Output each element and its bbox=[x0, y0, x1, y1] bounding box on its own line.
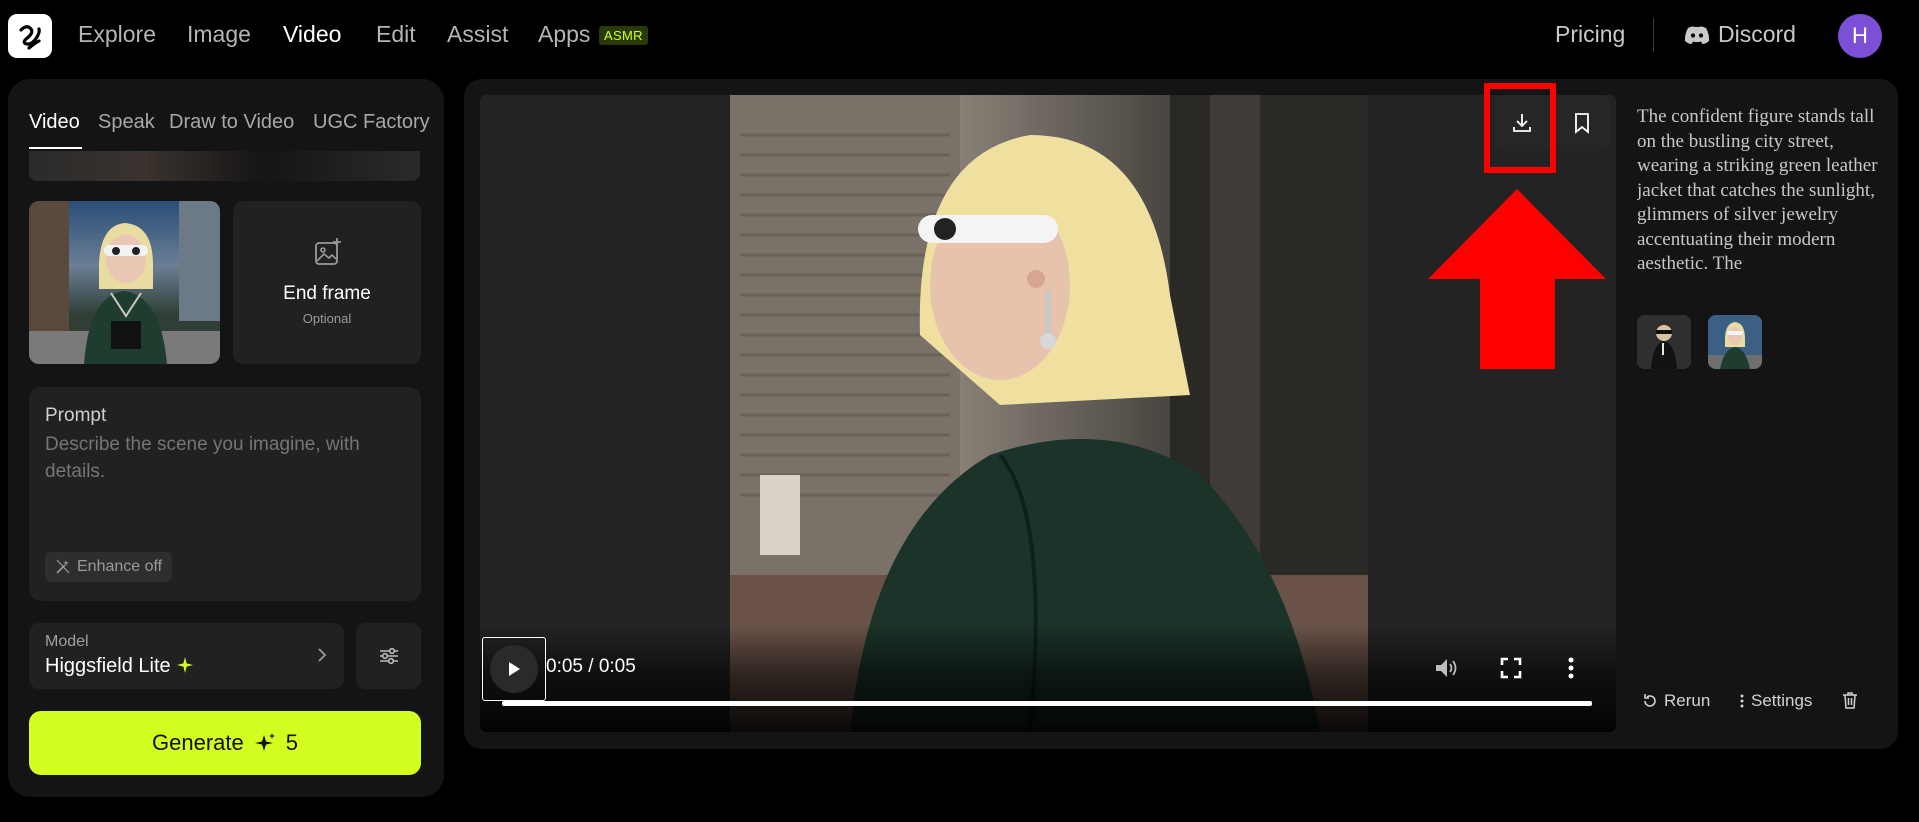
rerun-label: Rerun bbox=[1664, 691, 1711, 710]
generate-cost: 5 bbox=[285, 730, 298, 755]
enhance-toggle[interactable]: Enhance off bbox=[45, 552, 173, 582]
nav-divider bbox=[1653, 18, 1654, 52]
nav-video[interactable]: Video bbox=[283, 21, 341, 48]
trash-icon bbox=[1843, 692, 1857, 709]
chevron-right-icon bbox=[318, 648, 327, 662]
add-image-icon bbox=[315, 238, 341, 265]
generation-panel: Video Speak Draw to Video UGC Factory En… bbox=[8, 79, 444, 797]
reference-thumbnail[interactable] bbox=[1637, 315, 1691, 369]
model-selector[interactable]: Model Higgsfield Lite bbox=[29, 623, 344, 689]
prompt-box: Prompt Enhance off bbox=[29, 387, 421, 601]
rerun-icon bbox=[1644, 694, 1656, 707]
play-button-circle bbox=[490, 645, 538, 693]
prompt-description: The confident figure stands tall on the … bbox=[1637, 106, 1878, 274]
thumbnail-illustration bbox=[1708, 315, 1762, 369]
delete-button[interactable] bbox=[1842, 691, 1858, 709]
model-name: Higgsfield Lite bbox=[45, 655, 171, 677]
generate-button[interactable]: Generate 5 bbox=[29, 711, 421, 775]
settings-label: Settings bbox=[1751, 691, 1813, 710]
prompt-input[interactable] bbox=[45, 431, 395, 521]
start-frame-illustration bbox=[29, 201, 220, 364]
nav-edit[interactable]: Edit bbox=[376, 21, 416, 48]
magic-wand-icon bbox=[56, 559, 70, 574]
nav-explore[interactable]: Explore bbox=[78, 21, 156, 48]
app-logo[interactable] bbox=[8, 14, 52, 58]
sparkle-icon bbox=[177, 657, 194, 673]
rerun-button[interactable]: Rerun bbox=[1642, 691, 1710, 711]
tab-speak[interactable]: Speak bbox=[98, 111, 155, 134]
nav-pricing[interactable]: Pricing bbox=[1555, 21, 1625, 48]
sliders-icon bbox=[379, 647, 398, 665]
nav-discord[interactable]: Discord bbox=[1684, 21, 1796, 48]
tab-ugc-factory[interactable]: UGC Factory bbox=[313, 111, 430, 134]
play-button[interactable] bbox=[482, 637, 546, 701]
annotation-arrow-icon bbox=[1428, 189, 1606, 369]
annotation-highlight-box bbox=[1484, 83, 1556, 173]
result-panel: 0:05 / 0:05 The confident figure stands … bbox=[464, 79, 1898, 749]
logo-icon bbox=[19, 25, 41, 50]
enhance-label: Enhance off bbox=[77, 558, 163, 575]
discord-label: Discord bbox=[1718, 21, 1796, 47]
playback-progress-bar[interactable] bbox=[502, 701, 1592, 706]
end-frame-title: End frame bbox=[283, 283, 371, 304]
playback-time: 0:05 / 0:05 bbox=[546, 656, 636, 677]
user-avatar[interactable]: H bbox=[1838, 14, 1882, 58]
start-frame-thumbnail[interactable] bbox=[1708, 315, 1762, 369]
top-navigation: Explore Image Video Edit Assist Apps ASM… bbox=[0, 0, 1919, 70]
active-tab-indicator bbox=[29, 147, 82, 149]
model-value: Higgsfield Lite bbox=[45, 655, 194, 678]
bookmark-button[interactable] bbox=[1554, 95, 1610, 151]
apps-asmr-badge: ASMR bbox=[599, 26, 648, 45]
end-frame-subtitle: Optional bbox=[302, 311, 352, 326]
prompt-label: Prompt bbox=[45, 405, 107, 426]
sparkle-icon bbox=[254, 733, 275, 751]
nav-image[interactable]: Image bbox=[187, 21, 251, 48]
preset-strip[interactable] bbox=[29, 151, 420, 181]
thumbnail-illustration bbox=[1637, 315, 1691, 369]
bookmark-icon bbox=[1575, 113, 1589, 134]
tab-draw-to-video[interactable]: Draw to Video bbox=[169, 111, 294, 134]
model-label: Model bbox=[45, 633, 89, 650]
volume-icon[interactable] bbox=[1433, 656, 1459, 680]
nav-assist[interactable]: Assist bbox=[447, 21, 508, 48]
more-options-icon[interactable] bbox=[1566, 656, 1576, 680]
discord-icon bbox=[1684, 25, 1710, 44]
nav-apps[interactable]: Apps bbox=[538, 21, 590, 48]
end-frame-upload[interactable]: End frame Optional bbox=[233, 201, 421, 364]
start-frame-image[interactable] bbox=[29, 201, 220, 364]
advanced-settings-button[interactable] bbox=[356, 623, 421, 689]
kebab-icon bbox=[1740, 694, 1744, 708]
generate-label: Generate bbox=[152, 730, 244, 755]
tab-video[interactable]: Video bbox=[29, 111, 80, 134]
fullscreen-icon[interactable] bbox=[1499, 656, 1523, 680]
settings-button[interactable]: Settings bbox=[1739, 691, 1812, 711]
play-icon bbox=[509, 662, 520, 676]
